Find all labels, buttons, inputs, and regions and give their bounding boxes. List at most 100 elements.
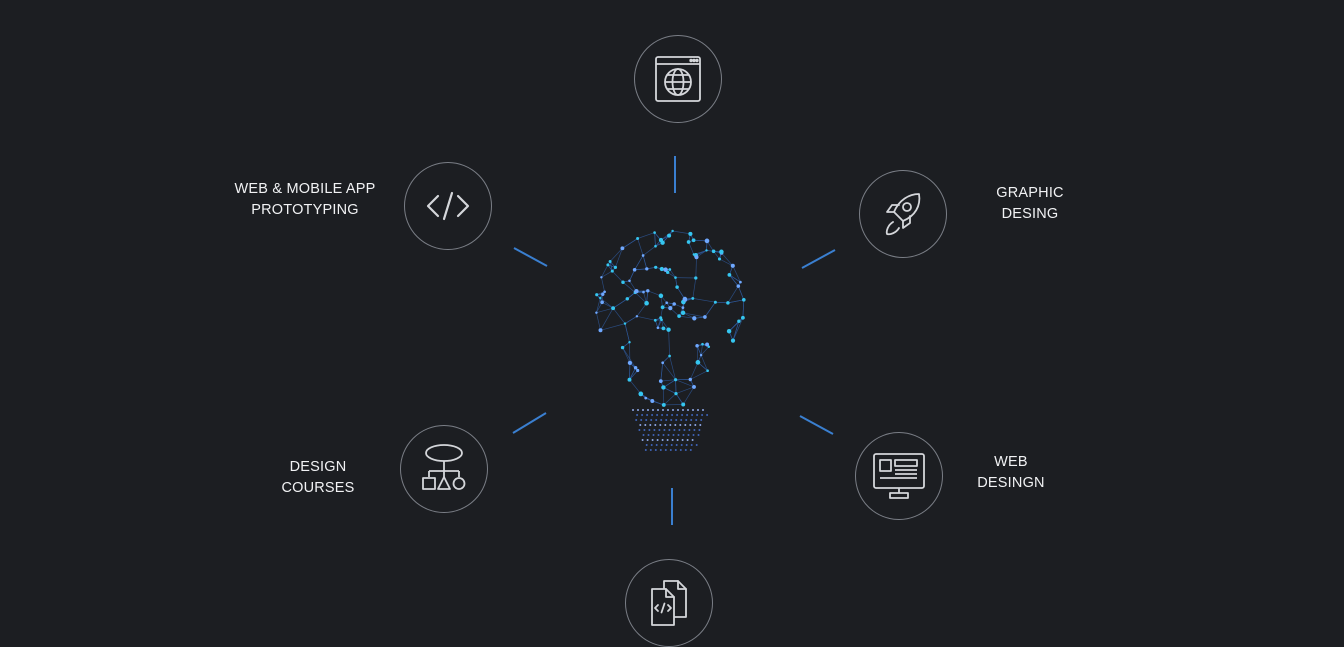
mesh-line <box>642 245 656 256</box>
base-dot <box>674 449 677 451</box>
mesh-line <box>688 241 695 255</box>
base-dot <box>667 409 669 411</box>
mesh-node <box>627 360 633 366</box>
mesh-node <box>736 284 741 288</box>
mesh-node <box>661 402 666 407</box>
mesh-line <box>609 248 623 262</box>
mesh-node <box>699 353 703 357</box>
base-dot <box>648 429 651 431</box>
mesh-node <box>681 306 685 309</box>
base-dot <box>695 419 698 421</box>
mesh-node <box>653 318 657 322</box>
service-prototyping-button[interactable] <box>404 162 492 250</box>
mesh-node <box>688 231 693 236</box>
mesh-line <box>663 393 677 406</box>
mesh-line <box>612 307 626 324</box>
base-dot <box>659 424 662 426</box>
base-dot <box>652 434 655 436</box>
base-dot <box>657 409 659 411</box>
base-dot <box>640 419 643 421</box>
mesh-line <box>696 345 699 363</box>
mesh-line <box>692 298 716 303</box>
mesh-line <box>675 386 695 394</box>
monitor-layout-icon <box>873 453 925 499</box>
mesh-node <box>658 379 663 383</box>
service-graphic-button[interactable] <box>859 170 947 258</box>
mesh-node <box>661 385 666 390</box>
base-dot <box>672 434 675 436</box>
mesh-node <box>666 327 671 332</box>
mesh-node <box>675 285 679 289</box>
base-dot <box>689 449 692 451</box>
mesh-line <box>672 230 691 235</box>
base-dot <box>680 444 683 446</box>
mesh-node <box>654 244 657 248</box>
connector-top-left <box>513 247 548 267</box>
base-dot <box>684 449 687 451</box>
mesh-node <box>691 238 696 243</box>
base-dot <box>669 449 672 451</box>
mesh-node <box>595 311 598 314</box>
base-dot <box>678 429 681 431</box>
base-dot <box>693 429 696 431</box>
service-webdesign-button[interactable] <box>855 432 943 520</box>
base-dot <box>682 434 685 436</box>
mesh-node <box>701 342 704 346</box>
service-prototyping-label: WEB & MOBILE APP PROTOTYPING <box>234 181 376 218</box>
mesh-node <box>711 249 716 254</box>
mesh-node <box>644 396 648 400</box>
base-dot <box>692 434 695 436</box>
mesh-line <box>704 301 716 318</box>
mesh-line <box>637 232 655 239</box>
base-dot <box>702 409 704 411</box>
base-dot <box>672 409 674 411</box>
mesh-node <box>667 233 672 238</box>
base-dot <box>677 434 680 436</box>
base-dot <box>687 409 689 411</box>
base-dot <box>659 449 662 451</box>
base-dot <box>646 439 649 441</box>
base-dot <box>684 424 687 426</box>
mesh-line <box>721 252 734 267</box>
base-dot <box>698 429 701 431</box>
base-dot <box>661 414 664 416</box>
mesh-node <box>730 263 735 268</box>
mesh-node <box>660 305 665 310</box>
base-dot <box>691 439 694 441</box>
mesh-node <box>606 263 610 267</box>
base-dot <box>637 409 639 411</box>
base-dot <box>691 414 694 416</box>
mesh-node <box>638 391 644 397</box>
mesh-node <box>692 316 697 321</box>
base-dot <box>650 444 653 446</box>
mesh-node <box>668 354 671 358</box>
base-dot <box>675 419 678 421</box>
service-courses-button[interactable] <box>400 425 488 513</box>
service-web-button[interactable] <box>634 35 722 123</box>
base-dot <box>695 444 698 446</box>
base-dot <box>651 414 654 416</box>
mesh-node <box>661 326 666 331</box>
mesh-node <box>719 249 724 255</box>
connector-bottom-right <box>799 415 834 435</box>
mesh-node <box>692 384 696 389</box>
base-dot <box>670 444 673 446</box>
base-dot <box>653 429 656 431</box>
service-courses-label: DESIGN COURSES <box>281 459 355 496</box>
mesh-node <box>661 361 665 365</box>
base-dot <box>685 419 688 421</box>
mesh-line <box>728 317 744 332</box>
base-dot <box>642 434 645 436</box>
mesh-line <box>601 277 605 292</box>
mesh-line <box>715 301 728 304</box>
mesh-node <box>634 288 639 294</box>
base-dot <box>656 439 659 441</box>
mesh-line <box>636 315 656 321</box>
base-dot <box>690 444 693 446</box>
globe-browser-icon <box>655 56 701 102</box>
service-code-files-button[interactable] <box>625 559 713 647</box>
mesh-node <box>665 301 668 304</box>
base-dot <box>662 409 664 411</box>
mesh-node <box>713 300 717 304</box>
mesh-node <box>654 265 658 269</box>
